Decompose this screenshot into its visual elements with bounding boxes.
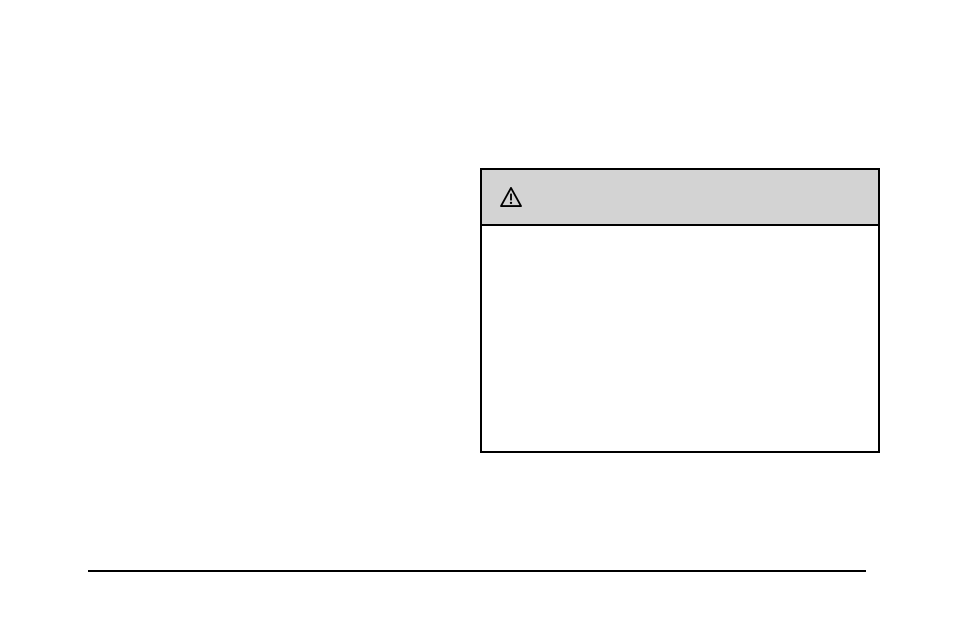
warning-icon: [500, 187, 522, 207]
footer-rule: [88, 570, 866, 572]
caution-header: [482, 170, 878, 226]
caution-box: [480, 168, 880, 453]
caution-body: [482, 226, 878, 451]
